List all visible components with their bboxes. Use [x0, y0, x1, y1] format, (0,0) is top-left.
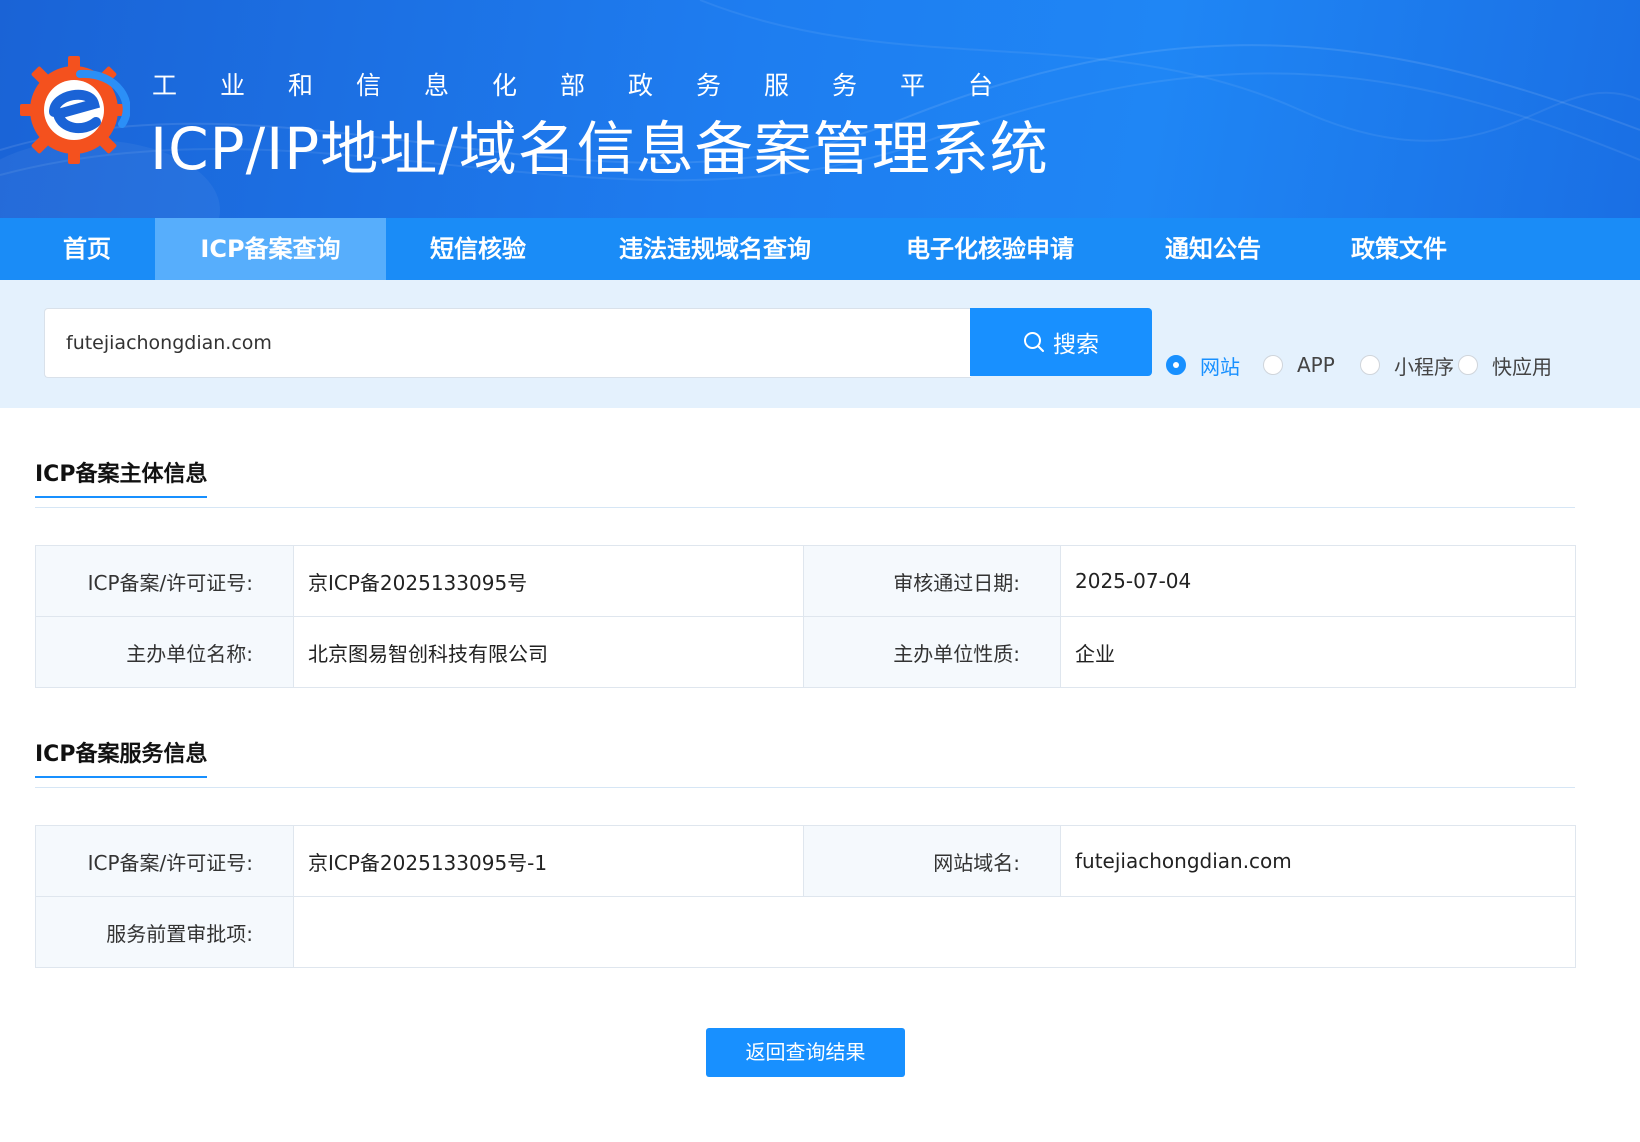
search-button-label: 搜索 — [1053, 332, 1099, 358]
website-domain-value: futejiachongdian.com — [1060, 825, 1576, 897]
radio-dot-icon — [1263, 355, 1283, 375]
radio-dot-icon — [1166, 355, 1186, 375]
divider — [35, 507, 1575, 508]
nav-item-illegal-domain-query[interactable]: 违法违规域名查询 — [570, 218, 860, 280]
nav-item-icp-query[interactable]: ICP备案查询 — [155, 218, 386, 280]
return-to-results-button[interactable]: 返回查询结果 — [706, 1028, 905, 1077]
logo-icon — [20, 56, 130, 164]
system-title: ICP/IP地址/域名信息备案管理系统 — [150, 115, 1049, 183]
approval-date-value: 2025-07-04 — [1060, 545, 1576, 617]
radio-quick-app[interactable]: 快应用 — [1458, 352, 1552, 379]
organizer-nature-value: 企业 — [1060, 616, 1576, 688]
search-input[interactable] — [44, 308, 971, 378]
pre-approval-value — [293, 896, 1576, 968]
service-license-value: 京ICP备2025133095号-1 — [293, 825, 804, 897]
radio-mini-program[interactable]: 小程序 — [1360, 352, 1454, 379]
header-banner: 工业和信息化部政务服务平台 ICP/IP地址/域名信息备案管理系统 — [0, 0, 1640, 218]
nav-item-policy-documents[interactable]: 政策文件 — [1306, 218, 1492, 280]
nav-item-sms-verify[interactable]: 短信核验 — [386, 218, 570, 280]
table-row: 服务前置审批项: — [35, 896, 1576, 968]
radio-app[interactable]: APP — [1263, 352, 1335, 378]
license-value: 京ICP备2025133095号 — [293, 545, 804, 617]
website-domain-label: 网站域名: — [803, 825, 1061, 897]
radio-website-label: 网站 — [1200, 354, 1240, 379]
license-label: ICP备案/许可证号: — [35, 545, 294, 617]
radio-dot-icon — [1458, 355, 1478, 375]
platform-subtitle: 工业和信息化部政务服务平台 — [152, 71, 1037, 100]
organizer-value: 北京图易智创科技有限公司 — [293, 616, 804, 688]
subject-info-table: ICP备案/许可证号: 京ICP备2025133095号 审核通过日期: 202… — [35, 545, 1576, 688]
search-button[interactable]: 搜索 — [970, 308, 1152, 376]
subject-info-title: ICP备案主体信息 — [35, 456, 208, 498]
radio-mini-program-label: 小程序 — [1394, 354, 1454, 379]
nav-item-electronic-verify-apply[interactable]: 电子化核验申请 — [860, 218, 1120, 280]
organizer-nature-label: 主办单位性质: — [803, 616, 1061, 688]
nav-item-home[interactable]: 首页 — [0, 218, 174, 280]
radio-app-label: APP — [1297, 353, 1335, 377]
search-icon — [1024, 332, 1044, 352]
organizer-label: 主办单位名称: — [35, 616, 294, 688]
radio-quick-app-label: 快应用 — [1492, 354, 1552, 379]
search-area: 搜索 网站 APP 小程序 快应用 — [0, 280, 1640, 408]
approval-date-label: 审核通过日期: — [803, 545, 1061, 617]
table-row: ICP备案/许可证号: 京ICP备2025133095号 审核通过日期: 202… — [35, 545, 1576, 617]
nav-item-notices[interactable]: 通知公告 — [1120, 218, 1306, 280]
service-info-table: ICP备案/许可证号: 京ICP备2025133095号-1 网站域名: fut… — [35, 825, 1576, 968]
radio-dot-icon — [1360, 355, 1380, 375]
table-row: ICP备案/许可证号: 京ICP备2025133095号-1 网站域名: fut… — [35, 825, 1576, 897]
table-row: 主办单位名称: 北京图易智创科技有限公司 主办单位性质: 企业 — [35, 616, 1576, 688]
service-info-title: ICP备案服务信息 — [35, 736, 208, 778]
pre-approval-label: 服务前置审批项: — [35, 896, 294, 968]
radio-website[interactable]: 网站 — [1166, 352, 1240, 379]
main-nav: 首页 ICP备案查询 短信核验 违法违规域名查询 电子化核验申请 通知公告 政策… — [0, 218, 1640, 280]
service-license-label: ICP备案/许可证号: — [35, 825, 294, 897]
divider — [35, 787, 1575, 788]
